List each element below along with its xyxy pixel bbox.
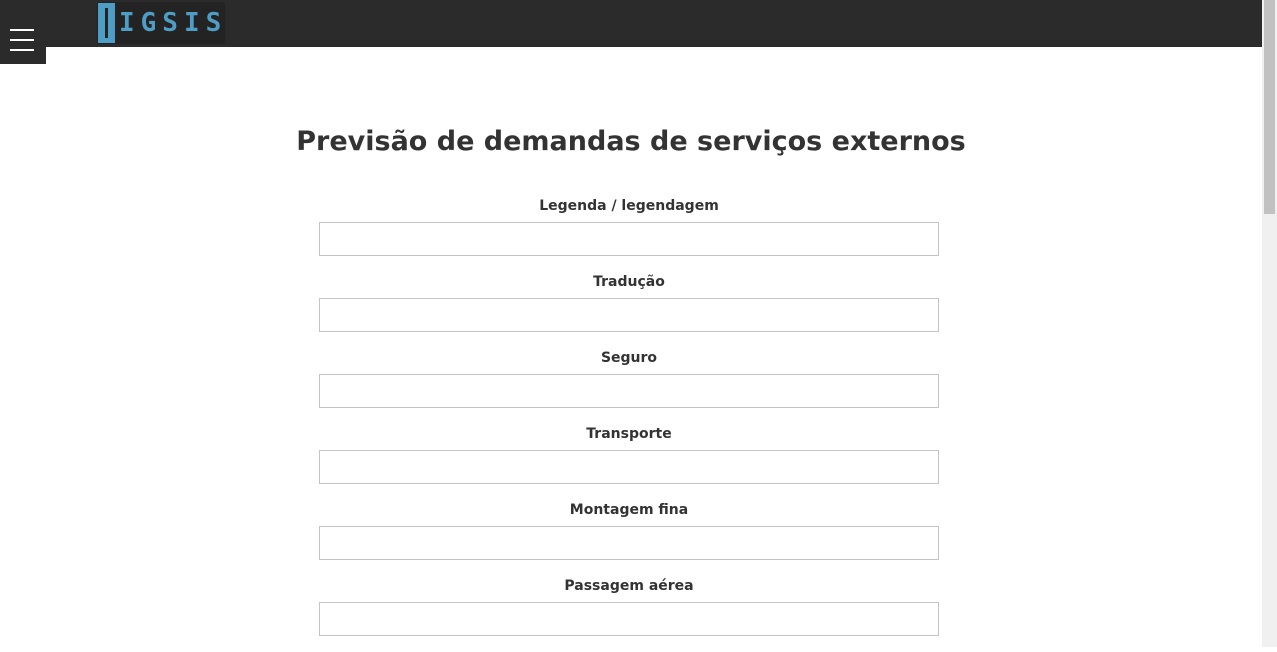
field-label: Passagem aérea <box>564 578 694 594</box>
field-legenda: Legenda / legendagem <box>319 196 939 272</box>
passagem-aerea-input[interactable] <box>319 602 939 636</box>
logo-mark <box>98 3 115 43</box>
traducao-input[interactable] <box>319 298 939 332</box>
montagem-fina-input[interactable] <box>319 526 939 560</box>
logo-text: IGSIS <box>119 8 228 38</box>
menu-line <box>10 29 34 31</box>
field-passagem-aerea: Passagem aérea <box>319 576 939 652</box>
legenda-input[interactable] <box>319 222 939 256</box>
field-transporte: Transporte <box>319 424 939 500</box>
vertical-scrollbar[interactable] <box>1262 0 1277 647</box>
field-label: Seguro <box>600 350 658 366</box>
field-seguro: Seguro <box>319 348 939 424</box>
transporte-input[interactable] <box>319 450 939 484</box>
seguro-input[interactable] <box>319 374 939 408</box>
menu-line <box>10 39 34 41</box>
hamburger-menu-icon[interactable] <box>0 18 46 64</box>
field-label: Tradução <box>593 274 665 290</box>
menu-line <box>10 49 34 51</box>
field-label: Montagem fina <box>569 502 689 518</box>
field-montagem-fina: Montagem fina <box>319 500 939 576</box>
field-label: Transporte <box>586 426 672 442</box>
demand-form: Legenda / legendagem Tradução Seguro Tra… <box>319 196 939 652</box>
field-traducao: Tradução <box>319 272 939 348</box>
page-title: Previsão de demandas de serviços externo… <box>296 126 966 157</box>
scrollbar-thumb[interactable] <box>1264 0 1275 214</box>
logo[interactable]: IGSIS <box>97 2 225 44</box>
field-label: Legenda / legendagem <box>539 198 719 214</box>
